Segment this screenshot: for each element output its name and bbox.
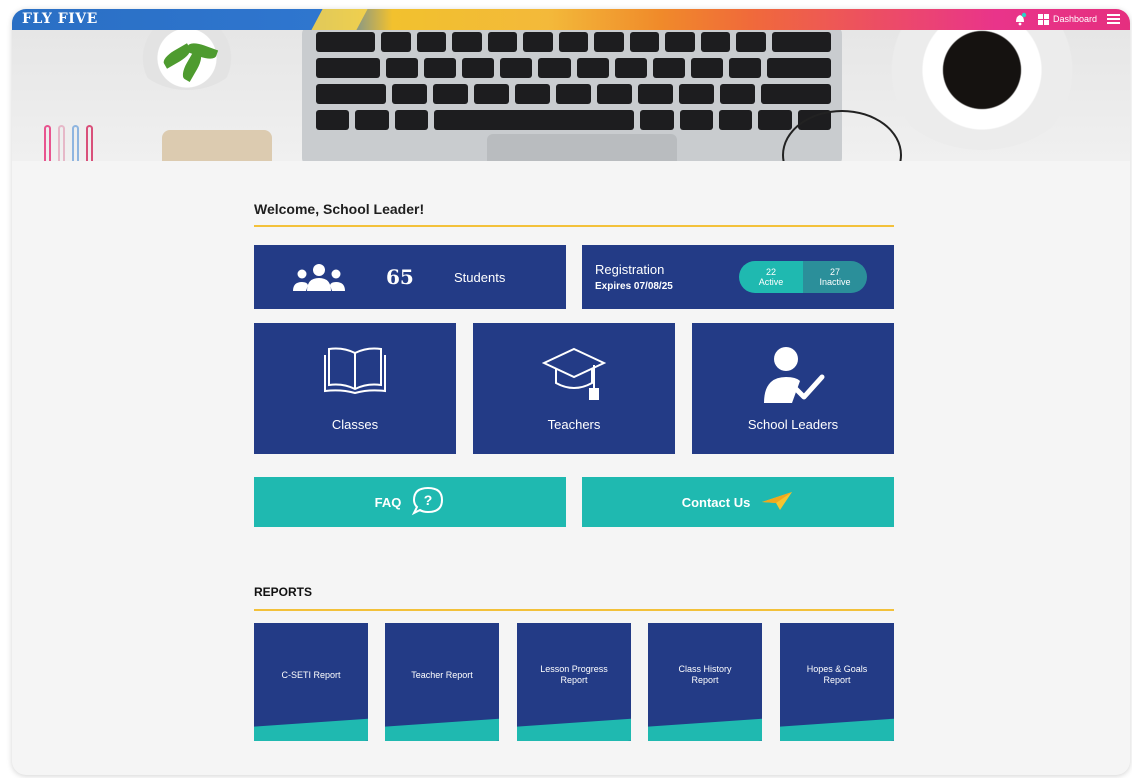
open-book-icon [254, 345, 456, 395]
students-count: 65 [386, 265, 414, 289]
graduation-cap-icon [473, 345, 675, 407]
registration-status-pill: 22 Active 27 Inactive [739, 261, 867, 293]
reports-divider [254, 609, 894, 611]
active-label: Active [758, 277, 784, 287]
faq-button[interactable]: FAQ ? [254, 477, 566, 527]
paper-clips-image [40, 120, 110, 161]
classes-tile[interactable]: Classes [254, 323, 456, 454]
report-tile-hopes-goals[interactable]: Hopes & Goals Report [780, 623, 894, 741]
inactive-label: Inactive [819, 277, 851, 287]
report-label: C-SETI Report [281, 669, 341, 680]
app-logo[interactable]: FLY FIVE [22, 11, 98, 27]
registration-tile[interactable]: Registration Expires 07/08/25 22 Active … [582, 245, 894, 309]
welcome-heading: Welcome, School Leader! [254, 201, 425, 217]
top-bar: FLY FIVE Dashboard [12, 9, 1130, 30]
school-leaders-label: School Leaders [747, 417, 839, 432]
inactive-count: 27 [829, 267, 840, 277]
user-check-icon [692, 345, 894, 405]
paper-plane-icon [760, 490, 794, 515]
faq-label: FAQ [374, 494, 402, 510]
dashboard-link[interactable]: Dashboard [1037, 13, 1097, 25]
report-label: Hopes & Goals Report [806, 664, 868, 685]
students-group-icon [290, 263, 348, 298]
welcome-divider [254, 225, 894, 227]
dashboard-grid-icon [1037, 13, 1049, 25]
notification-bell-icon[interactable] [1012, 11, 1028, 27]
contact-label: Contact Us [681, 494, 751, 510]
report-label: Teacher Report [411, 669, 473, 680]
active-count: 22 [765, 267, 776, 277]
registration-expires: Expires 07/08/25 [595, 281, 673, 292]
topbar-actions: Dashboard [1012, 11, 1120, 27]
dashboard-label: Dashboard [1052, 14, 1097, 24]
tape-dispenser-image [162, 130, 272, 161]
students-label: Students [454, 270, 506, 285]
app-window: FLY FIVE Dashboard Welcome, School Leade… [12, 9, 1130, 775]
inactive-count-badge[interactable]: 27 Inactive [803, 261, 867, 293]
plant-pot-image [132, 30, 242, 90]
laptop-keyboard-image [302, 30, 842, 161]
hero-banner [12, 30, 1130, 161]
teachers-tile[interactable]: Teachers [473, 323, 675, 454]
report-label: Class History Report [678, 664, 732, 685]
active-count-badge[interactable]: 22 Active [739, 261, 803, 293]
report-label: Lesson Progress Report [540, 664, 608, 685]
classes-label: Classes [331, 417, 379, 432]
question-bubble-icon: ? [411, 486, 445, 519]
svg-text:?: ? [424, 492, 433, 508]
reports-heading: REPORTS [254, 585, 313, 599]
report-tile-lesson-progress[interactable]: Lesson Progress Report [517, 623, 631, 741]
school-leaders-tile[interactable]: School Leaders [692, 323, 894, 454]
registration-title: Registration [595, 262, 665, 277]
report-tile-class-history[interactable]: Class History Report [648, 623, 762, 741]
students-tile[interactable]: 65 Students [254, 245, 566, 309]
menu-icon[interactable] [1107, 12, 1120, 26]
report-tile-teacher[interactable]: Teacher Report [385, 623, 499, 741]
teachers-label: Teachers [547, 417, 601, 432]
topbar-stripe [311, 9, 368, 30]
contact-us-button[interactable]: Contact Us [582, 477, 894, 527]
coffee-cup-image [882, 30, 1082, 150]
report-tile-c-seti[interactable]: C-SETI Report [254, 623, 368, 741]
